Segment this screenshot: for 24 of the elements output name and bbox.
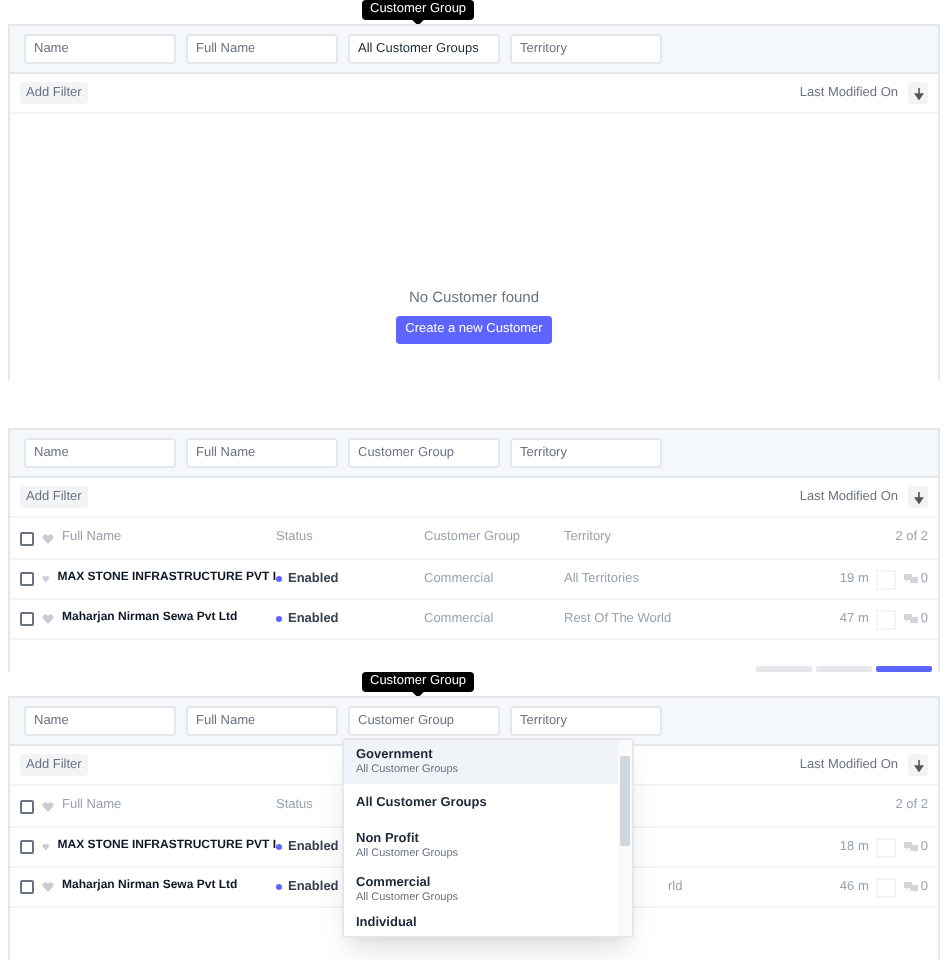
sort-arrow-icon xyxy=(913,87,923,99)
row-checkbox[interactable] xyxy=(20,572,34,586)
comment-icon xyxy=(904,882,919,892)
heart-icon[interactable] xyxy=(42,842,50,852)
heart-icon[interactable] xyxy=(42,614,54,624)
paging-button[interactable] xyxy=(876,666,932,672)
heart-icon[interactable] xyxy=(42,882,54,892)
select-all-checkbox[interactable] xyxy=(20,799,34,813)
sort-button[interactable] xyxy=(908,486,928,508)
comment-icon xyxy=(904,614,919,624)
sort-arrow-icon xyxy=(913,491,923,503)
sort-button[interactable] xyxy=(908,82,928,104)
row-checkbox[interactable] xyxy=(20,840,34,854)
sort-arrow-icon xyxy=(913,759,923,771)
comment-icon xyxy=(904,574,919,584)
heart-icon[interactable] xyxy=(42,533,54,543)
sort-button[interactable] xyxy=(908,754,928,776)
row-checkbox[interactable] xyxy=(20,612,34,626)
row-checkbox[interactable] xyxy=(20,880,34,894)
select-all-checkbox[interactable] xyxy=(20,531,34,545)
heart-icon[interactable] xyxy=(42,801,54,811)
heart-icon[interactable] xyxy=(42,574,50,584)
comment-icon xyxy=(904,842,919,852)
scrollbar[interactable] xyxy=(618,740,632,936)
